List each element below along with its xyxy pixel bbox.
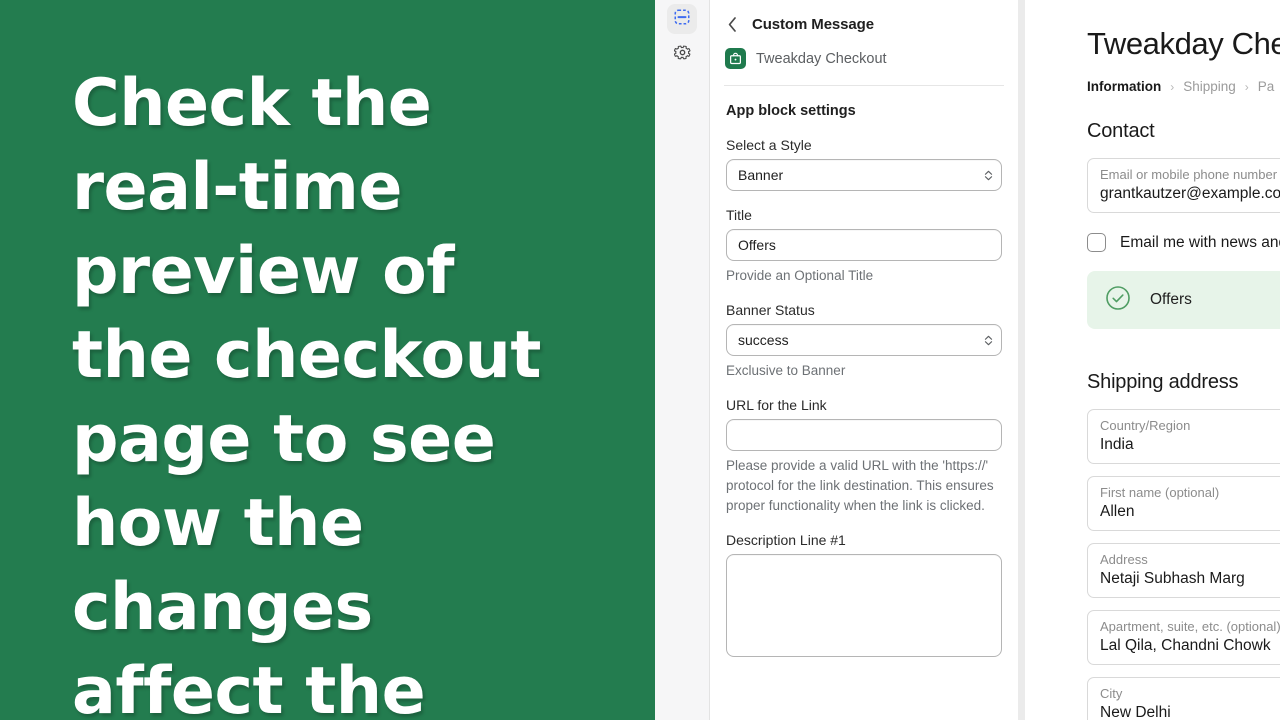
city-field-value: New Delhi bbox=[1100, 704, 1171, 720]
url-help-text: Please provide a valid URL with the 'htt… bbox=[726, 458, 994, 513]
app-blocks-icon bbox=[673, 8, 691, 31]
url-input[interactable] bbox=[726, 419, 1002, 451]
breadcrumb-item-shipping[interactable]: Shipping bbox=[1183, 79, 1236, 94]
field-url: URL for the Link Please provide a valid … bbox=[726, 397, 1002, 516]
offers-success-banner: Offers bbox=[1087, 271, 1280, 329]
breadcrumb-separator: › bbox=[1244, 79, 1249, 94]
breadcrumb-separator: › bbox=[1170, 79, 1175, 94]
title-help-text: Provide an Optional Title bbox=[726, 268, 874, 283]
chevron-updown-icon bbox=[984, 170, 993, 181]
field-description-1: Description Line #1 bbox=[726, 532, 1002, 657]
app-root: Check the real-time preview of the check… bbox=[0, 0, 1280, 720]
email-field-label: Email or mobile phone number bbox=[1100, 167, 1278, 182]
chevron-left-icon bbox=[728, 16, 736, 32]
title-input-value: Offers bbox=[738, 237, 776, 253]
app-name: Tweakday Checkout bbox=[756, 50, 887, 67]
apartment-field-value: Lal Qila, Chandni Chowk bbox=[1100, 637, 1271, 654]
field-label-description-1: Description Line #1 bbox=[726, 532, 846, 548]
first-name-field-value: Allen bbox=[1100, 503, 1135, 520]
checkout-preview: Tweakday Checkout Information › Shipping… bbox=[1025, 0, 1280, 720]
shipping-heading: Shipping address bbox=[1087, 371, 1239, 393]
breadcrumb-item-payment[interactable]: Pa bbox=[1258, 79, 1275, 94]
sidebar-item-app-blocks[interactable] bbox=[667, 4, 697, 34]
newsletter-checkbox-row[interactable]: Email me with news and bbox=[1087, 233, 1280, 252]
address-field-label: Address bbox=[1100, 552, 1148, 567]
check-circle-icon bbox=[1105, 285, 1131, 316]
country-field[interactable]: Country/Region India bbox=[1087, 409, 1280, 464]
first-name-field-label: First name (optional) bbox=[1100, 485, 1220, 500]
section-title: App block settings bbox=[726, 103, 856, 119]
breadcrumb-item-information[interactable]: Information bbox=[1087, 79, 1161, 94]
offers-banner-text: Offers bbox=[1150, 291, 1192, 308]
hero-panel: Check the real-time preview of the check… bbox=[0, 0, 655, 720]
contact-heading: Contact bbox=[1087, 120, 1155, 142]
city-field[interactable]: City New Delhi bbox=[1087, 677, 1280, 720]
apartment-field-label: Apartment, suite, etc. (optional) bbox=[1100, 619, 1280, 634]
newsletter-checkbox-label: Email me with news and bbox=[1120, 233, 1280, 251]
email-field-value: grantkautzer@example.com bbox=[1100, 185, 1280, 202]
banner-status-help-text: Exclusive to Banner bbox=[726, 363, 846, 378]
settings-panel: Custom Message Tweakday Checkout App blo… bbox=[710, 0, 1018, 720]
settings-header: Custom Message Tweakday Checkout bbox=[710, 0, 1018, 86]
description-1-textarea[interactable] bbox=[726, 554, 1002, 657]
newsletter-checkbox[interactable] bbox=[1087, 233, 1106, 252]
chevron-updown-icon bbox=[984, 335, 993, 346]
field-label-title: Title bbox=[726, 207, 752, 223]
panel-gutter bbox=[1018, 0, 1025, 720]
first-name-field[interactable]: First name (optional) Allen bbox=[1087, 476, 1280, 531]
hero-headline: Check the real-time preview of the check… bbox=[72, 66, 541, 720]
field-label-url: URL for the Link bbox=[726, 397, 827, 413]
style-select-value: Banner bbox=[738, 167, 784, 183]
field-banner-status: Banner Status success Exclusive to Banne… bbox=[726, 302, 1002, 381]
banner-status-select[interactable]: success bbox=[726, 324, 1002, 356]
address-field-value: Netaji Subhash Marg bbox=[1100, 570, 1245, 587]
field-label-banner-status: Banner Status bbox=[726, 302, 815, 318]
country-field-label: Country/Region bbox=[1100, 418, 1191, 433]
title-input[interactable]: Offers bbox=[726, 229, 1002, 261]
field-title: Title Offers Provide an Optional Title bbox=[726, 207, 1002, 286]
breadcrumb: Information › Shipping › Pa bbox=[1087, 79, 1280, 94]
app-logo bbox=[725, 48, 746, 69]
field-label-style: Select a Style bbox=[726, 137, 812, 153]
gear-icon bbox=[673, 44, 691, 66]
sidebar-item-settings[interactable] bbox=[667, 40, 697, 70]
apartment-field[interactable]: Apartment, suite, etc. (optional) Lal Qi… bbox=[1087, 610, 1280, 665]
style-select[interactable]: Banner bbox=[726, 159, 1002, 191]
settings-body: App block settings Select a Style Banner bbox=[710, 86, 1018, 657]
country-field-value: India bbox=[1100, 436, 1134, 453]
icon-rail bbox=[655, 0, 710, 720]
page-title: Custom Message bbox=[752, 15, 874, 33]
banner-status-value: success bbox=[738, 332, 789, 348]
email-field[interactable]: Email or mobile phone number grantkautze… bbox=[1087, 158, 1280, 213]
back-button[interactable] bbox=[724, 16, 740, 32]
checkout-title: Tweakday Checkout bbox=[1087, 26, 1280, 61]
city-field-label: City bbox=[1100, 686, 1123, 701]
field-style: Select a Style Banner bbox=[726, 137, 1002, 191]
address-field[interactable]: Address Netaji Subhash Marg bbox=[1087, 543, 1280, 598]
shopping-bag-icon bbox=[730, 52, 741, 65]
